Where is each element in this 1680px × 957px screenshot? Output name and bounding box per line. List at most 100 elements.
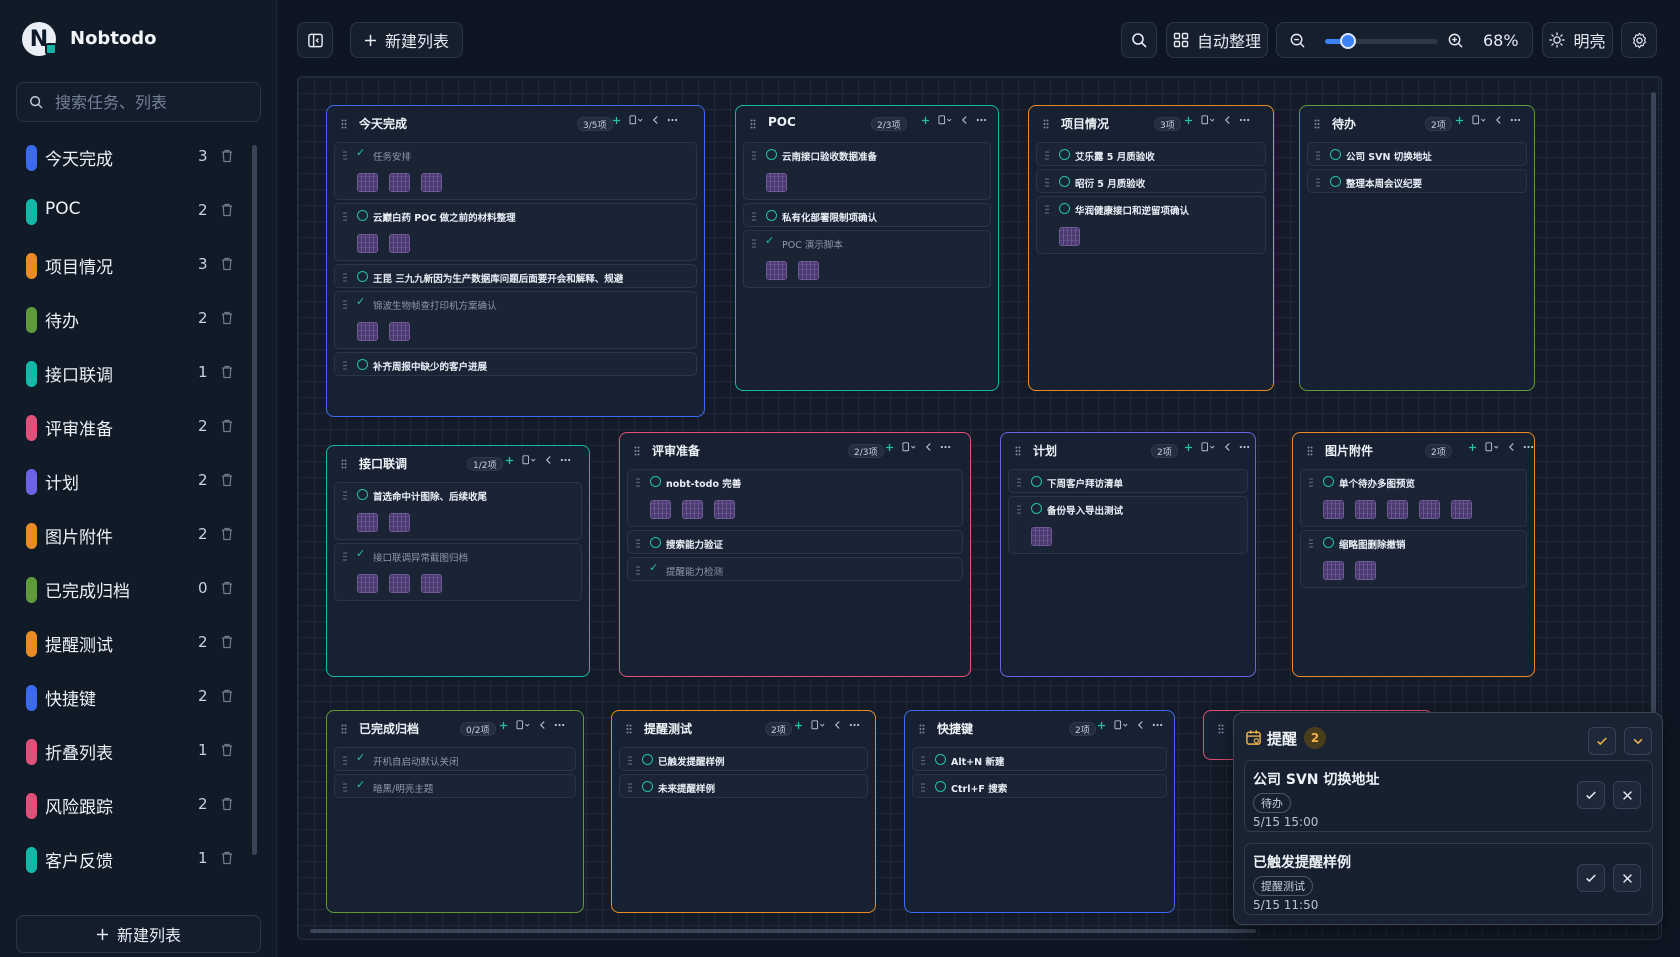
- trash-icon[interactable]: [221, 257, 233, 271]
- document-menu-icon[interactable]: [811, 720, 826, 730]
- task-drag-handle-icon[interactable]: [636, 566, 640, 575]
- plus-icon[interactable]: [885, 443, 894, 452]
- toolbar-new-list-button[interactable]: 新建列表: [350, 22, 463, 58]
- task-drag-handle-icon[interactable]: [343, 491, 347, 500]
- task-checkbox[interactable]: [1059, 203, 1070, 214]
- task-item[interactable]: 单个待办多图预览: [1300, 469, 1527, 527]
- drag-handle-icon[interactable]: [341, 724, 347, 734]
- collapse-icon[interactable]: [1224, 115, 1231, 125]
- task-text[interactable]: 下周客户拜访清单: [1047, 476, 1123, 490]
- task-checkbox[interactable]: [1323, 537, 1334, 548]
- task-checkbox[interactable]: [1330, 149, 1341, 160]
- list-title[interactable]: 提醒测试: [644, 720, 692, 737]
- sidebar-item[interactable]: 快捷键 2: [16, 670, 254, 724]
- task-text[interactable]: 缩略图删除撤销: [1339, 537, 1406, 551]
- task-item[interactable]: Alt+N 新建: [912, 747, 1167, 771]
- image-thumbnail[interactable]: [389, 173, 410, 192]
- sidebar-item[interactable]: 今天完成 3: [16, 130, 254, 184]
- document-menu-icon[interactable]: [516, 720, 531, 730]
- sidebar-item[interactable]: 待办 2: [16, 292, 254, 346]
- list-title[interactable]: POC: [768, 115, 796, 129]
- image-thumbnail[interactable]: [421, 574, 442, 593]
- task-checkbox[interactable]: [1059, 176, 1070, 187]
- list-title[interactable]: 已完成归档: [359, 720, 419, 737]
- drag-handle-icon[interactable]: [341, 459, 347, 469]
- task-text[interactable]: 备份导入导出测试: [1047, 503, 1123, 517]
- task-text[interactable]: 王昆 三九九新因为生产数据库问题后面要开会和解释、规避: [373, 271, 623, 285]
- completed-check-icon[interactable]: ✓: [356, 547, 365, 560]
- more-icon[interactable]: [1239, 118, 1250, 122]
- task-drag-handle-icon[interactable]: [1045, 151, 1049, 160]
- list-title[interactable]: 评审准备: [652, 442, 700, 459]
- plus-icon[interactable]: [1455, 116, 1464, 125]
- task-checkbox[interactable]: [1059, 149, 1070, 160]
- task-text[interactable]: 私有化部署限制项确认: [782, 210, 877, 224]
- more-icon[interactable]: [1239, 445, 1250, 449]
- task-drag-handle-icon[interactable]: [752, 212, 756, 221]
- reminder-dismiss-button[interactable]: [1613, 864, 1641, 892]
- sidebar-item[interactable]: 计划 2: [16, 454, 254, 508]
- drag-handle-icon[interactable]: [341, 119, 347, 129]
- task-item[interactable]: ✓ 接口联调异常截图归档: [334, 543, 582, 601]
- sidebar-item[interactable]: 客户反馈 1: [16, 832, 254, 886]
- task-item[interactable]: 整理本周会议纪要: [1307, 169, 1527, 193]
- task-item[interactable]: ✓ 任务安排: [334, 142, 697, 200]
- task-drag-handle-icon[interactable]: [752, 239, 756, 248]
- task-text[interactable]: Alt+N 新建: [951, 754, 1004, 768]
- sidebar-item[interactable]: POC 2: [16, 184, 254, 238]
- more-icon[interactable]: [667, 118, 678, 122]
- canvas-horizontal-scrollbar[interactable]: [310, 929, 1256, 933]
- task-drag-handle-icon[interactable]: [1309, 539, 1313, 548]
- image-thumbnail[interactable]: [389, 234, 410, 253]
- task-item[interactable]: ✓ 开机自启动默认关闭: [334, 747, 576, 771]
- more-icon[interactable]: [1152, 723, 1163, 727]
- document-menu-icon[interactable]: [938, 115, 953, 125]
- task-text[interactable]: 未来提醒样例: [658, 781, 715, 795]
- more-icon[interactable]: [976, 118, 987, 122]
- task-drag-handle-icon[interactable]: [1045, 205, 1049, 214]
- task-list-card[interactable]: POC 2/3项 云南接口验收数据准备 私有化部署限制项确认 ✓ POC 演示脚本: [735, 105, 999, 391]
- task-checkbox[interactable]: [1031, 503, 1042, 514]
- task-drag-handle-icon[interactable]: [1316, 151, 1320, 160]
- task-item[interactable]: ✓ POC 演示脚本: [743, 230, 991, 288]
- list-title[interactable]: 计划: [1033, 442, 1057, 459]
- sidebar-item[interactable]: 提醒测试 2: [16, 616, 254, 670]
- zoom-slider-handle[interactable]: [1339, 33, 1356, 49]
- task-text[interactable]: 补齐周报中缺少的客户进展: [373, 359, 487, 373]
- sidebar-item[interactable]: 项目情况 3: [16, 238, 254, 292]
- image-thumbnail[interactable]: [766, 261, 787, 280]
- task-item[interactable]: 备份导入导出测试: [1008, 496, 1248, 554]
- more-icon[interactable]: [940, 445, 951, 449]
- reminder-acknowledge-all-button[interactable]: [1588, 727, 1616, 755]
- task-text[interactable]: 艾乐露 5 月质验收: [1075, 149, 1155, 163]
- task-checkbox[interactable]: [642, 781, 653, 792]
- image-thumbnail[interactable]: [357, 173, 378, 192]
- task-drag-handle-icon[interactable]: [343, 273, 347, 282]
- image-thumbnail[interactable]: [682, 500, 703, 519]
- document-menu-icon[interactable]: [629, 115, 644, 125]
- task-item[interactable]: 私有化部署限制项确认: [743, 203, 991, 227]
- image-thumbnail[interactable]: [357, 574, 378, 593]
- task-item[interactable]: 公司 SVN 切换地址: [1307, 142, 1527, 166]
- image-thumbnail[interactable]: [1419, 500, 1440, 519]
- task-drag-handle-icon[interactable]: [1309, 478, 1313, 487]
- completed-check-icon[interactable]: ✓: [356, 146, 365, 159]
- drag-handle-icon[interactable]: [750, 119, 756, 129]
- reminder-dismiss-button[interactable]: [1613, 781, 1641, 809]
- task-checkbox[interactable]: [642, 754, 653, 765]
- task-text[interactable]: 整理本周会议纪要: [1346, 176, 1422, 190]
- image-thumbnail[interactable]: [421, 173, 442, 192]
- trash-icon[interactable]: [221, 581, 233, 595]
- drag-handle-icon[interactable]: [634, 446, 640, 456]
- more-icon[interactable]: [560, 458, 571, 462]
- document-menu-icon[interactable]: [1472, 115, 1487, 125]
- list-title[interactable]: 待办: [1332, 115, 1356, 132]
- task-item[interactable]: 华润健康接口和逆留项确认: [1036, 196, 1266, 254]
- toolbar-search-button[interactable]: [1121, 22, 1157, 58]
- document-menu-icon[interactable]: [522, 455, 537, 465]
- document-menu-icon[interactable]: [902, 442, 917, 452]
- document-menu-icon[interactable]: [1201, 115, 1216, 125]
- task-list-card[interactable]: 图片附件 2项 单个待办多图预览 缩略图删除撤销: [1292, 432, 1535, 677]
- task-text[interactable]: 锦波生物帧查打印机方案确认: [373, 298, 497, 312]
- task-checkbox[interactable]: [650, 476, 661, 487]
